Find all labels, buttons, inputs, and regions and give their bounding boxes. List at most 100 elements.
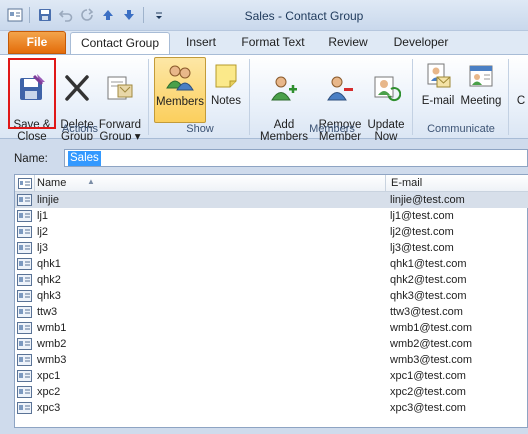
tab-developer[interactable]: Developer	[384, 32, 458, 55]
table-row[interactable]: wmb1 wmb1@test.com	[15, 320, 528, 336]
contact-card-icon	[17, 258, 32, 270]
row-email: xpc2@test.com	[390, 386, 466, 398]
row-email: lj3@test.com	[390, 242, 454, 254]
contact-card-icon	[17, 210, 32, 222]
row-email: qhk3@test.com	[390, 290, 467, 302]
remove-member-button[interactable]: Remove Member	[316, 57, 364, 143]
table-row[interactable]: wmb3 wmb3@test.com	[15, 352, 528, 368]
meeting-icon	[458, 59, 504, 93]
forward-group-button[interactable]: Forward Group ▾	[97, 57, 143, 143]
show-group-label: Show	[186, 123, 214, 135]
table-row[interactable]: linjie linjie@test.com	[15, 192, 528, 208]
communicate-group-label: Communicate	[427, 123, 495, 135]
row-email: xpc1@test.com	[390, 370, 466, 382]
tab-format-text[interactable]: Format Text	[234, 32, 312, 55]
members-icon	[155, 60, 205, 94]
row-email: linjie@test.com	[390, 194, 465, 206]
notes-icon	[208, 59, 244, 93]
sort-ascending-icon: ▲	[87, 177, 95, 186]
contact-card-icon	[17, 274, 32, 286]
table-row[interactable]: xpc2 xpc2@test.com	[15, 384, 528, 400]
table-row[interactable]: lj2 lj2@test.com	[15, 224, 528, 240]
row-email: lj1@test.com	[390, 210, 454, 222]
row-email: ttw3@test.com	[390, 306, 463, 318]
row-name: xpc2	[37, 386, 61, 398]
remove-member-icon	[316, 71, 364, 105]
contact-card-icon	[17, 226, 32, 238]
row-name: linjie	[37, 194, 60, 206]
email-icon	[418, 59, 458, 93]
row-name: xpc1	[37, 370, 61, 382]
column-divider[interactable]	[385, 175, 386, 192]
row-email: qhk1@test.com	[390, 258, 467, 270]
contact-card-icon	[17, 354, 32, 366]
contact-card-icon	[17, 194, 32, 206]
meeting-label: Meeting	[460, 95, 502, 107]
window-title: Sales - Contact Group	[244, 9, 364, 23]
ribbon: Save & Close Delete Group Forward Group …	[0, 54, 528, 155]
table-row[interactable]: lj3 lj3@test.com	[15, 240, 528, 256]
contact-card-icon	[17, 370, 32, 382]
contact-card-icon	[17, 242, 32, 254]
add-members-button[interactable]: Add Members ▾	[256, 57, 312, 155]
tab-insert[interactable]: Insert	[176, 32, 226, 55]
forward-icon	[97, 71, 143, 105]
notes-button[interactable]: Notes	[208, 57, 244, 123]
list-header: Name ▲ E-mail	[15, 175, 528, 192]
table-row[interactable]: xpc1 xpc1@test.com	[15, 368, 528, 384]
members-view-button[interactable]: Members	[154, 57, 206, 123]
contact-card-icon	[17, 306, 32, 318]
name-input[interactable]: Sales	[64, 149, 528, 167]
row-name: wmb2	[37, 338, 67, 350]
tab-contact-group[interactable]: Contact Group	[70, 32, 170, 55]
meeting-button[interactable]: Meeting	[458, 57, 504, 123]
group-divider	[508, 59, 509, 135]
members-list[interactable]: Name ▲ E-mail linjie linjie@test.com lj1 lj…	[14, 174, 528, 428]
email-button[interactable]: E-mail	[418, 57, 458, 123]
row-name: lj1	[37, 210, 49, 222]
list-rows: linjie linjie@test.com lj1 lj1@test.com lj2 l…	[15, 192, 528, 416]
table-row[interactable]: lj1 lj1@test.com	[15, 208, 528, 224]
contact-card-icon	[17, 290, 32, 302]
contact-card-icon	[17, 402, 32, 414]
column-header-email[interactable]: E-mail	[391, 177, 422, 189]
row-name: lj3	[37, 242, 49, 254]
row-name: lj2	[37, 226, 49, 238]
contact-card-icon	[17, 386, 32, 398]
contact-card-icon[interactable]	[16, 176, 34, 191]
group-divider	[249, 59, 250, 135]
title-bar: Sales - Contact Group	[0, 0, 528, 31]
row-email: wmb3@test.com	[390, 354, 473, 366]
row-email: qhk2@test.com	[390, 274, 467, 286]
table-row[interactable]: qhk3 qhk3@test.com	[15, 288, 528, 304]
tab-review[interactable]: Review	[320, 32, 376, 55]
row-email: wmb1@test.com	[390, 322, 473, 334]
row-email: wmb2@test.com	[390, 338, 473, 350]
delete-icon	[57, 71, 97, 105]
table-row[interactable]: qhk1 qhk1@test.com	[15, 256, 528, 272]
update-icon	[364, 71, 408, 105]
add-member-icon	[256, 71, 312, 105]
highlight-box	[8, 58, 56, 129]
notes-label: Notes	[210, 95, 242, 107]
ribbon-tabs: File Contact Group Insert Format Text Re…	[0, 31, 528, 55]
row-name: qhk3	[37, 290, 61, 302]
contact-card-icon	[17, 322, 32, 334]
table-row[interactable]: qhk2 qhk2@test.com	[15, 272, 528, 288]
delete-group-button[interactable]: Delete Group	[57, 57, 97, 143]
column-header-name[interactable]: Name	[37, 177, 66, 189]
tab-file[interactable]: File	[8, 31, 66, 54]
column-divider	[34, 175, 35, 192]
overflow-label: C	[516, 95, 526, 107]
row-name: wmb1	[37, 322, 67, 334]
contact-card-icon	[17, 338, 32, 350]
table-row[interactable]: xpc3 xpc3@test.com	[15, 400, 528, 416]
members-view-label: Members	[156, 96, 204, 108]
table-row[interactable]: wmb2 wmb2@test.com	[15, 336, 528, 352]
row-email: lj2@test.com	[390, 226, 454, 238]
update-now-button[interactable]: Update Now	[364, 57, 408, 143]
overflow-button[interactable]: C	[514, 95, 528, 109]
members-group-label: Members	[309, 123, 355, 135]
name-input-value: Sales	[68, 151, 101, 166]
table-row[interactable]: ttw3 ttw3@test.com	[15, 304, 528, 320]
